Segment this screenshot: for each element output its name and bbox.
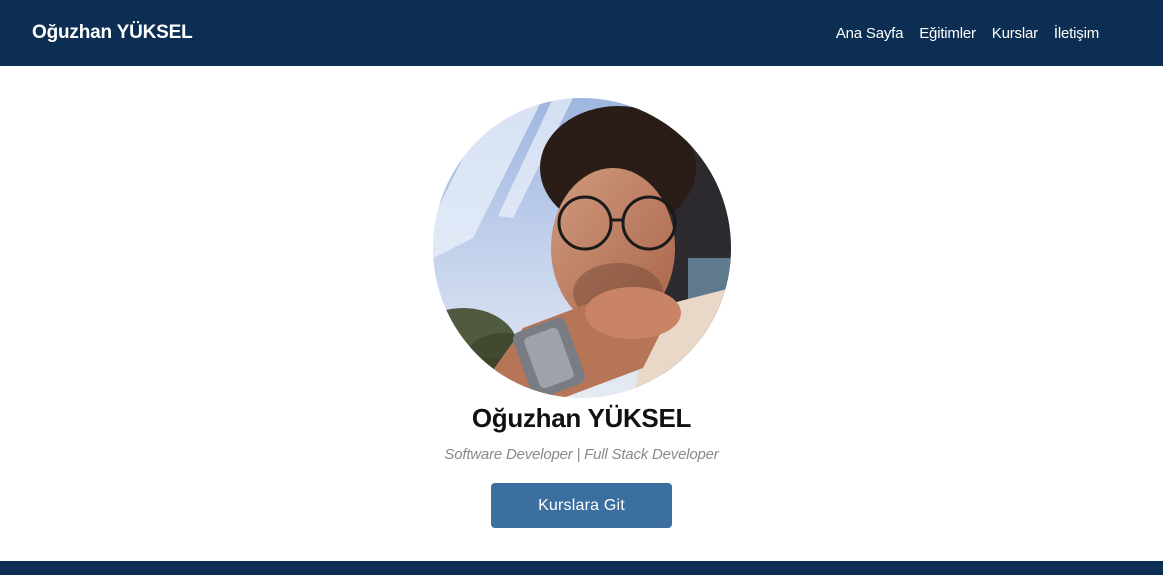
go-to-courses-button[interactable]: Kurslara Git bbox=[491, 483, 672, 528]
footer-bar bbox=[0, 561, 1163, 575]
nav-link-ana-sayfa[interactable]: Ana Sayfa bbox=[836, 25, 904, 42]
nav-link-egitimler[interactable]: Eğitimler bbox=[919, 25, 976, 42]
profile-photo bbox=[432, 98, 731, 398]
nav-link-kurslar[interactable]: Kurslar bbox=[992, 25, 1038, 42]
hero-section: Oğuzhan YÜKSEL Software Developer | Full… bbox=[0, 66, 1163, 561]
profile-name: Oğuzhan YÜKSEL bbox=[471, 403, 692, 433]
brand-link[interactable]: Oğuzhan YÜKSEL bbox=[32, 22, 193, 44]
top-navbar: Oğuzhan YÜKSEL Ana Sayfa Eğitimler Kursl… bbox=[0, 0, 1163, 66]
nav-links: Ana Sayfa Eğitimler Kurslar İletişim bbox=[836, 25, 1099, 42]
profile-subtitle: Software Developer | Full Stack Develope… bbox=[444, 446, 719, 463]
nav-link-iletisim[interactable]: İletişim bbox=[1054, 25, 1099, 42]
